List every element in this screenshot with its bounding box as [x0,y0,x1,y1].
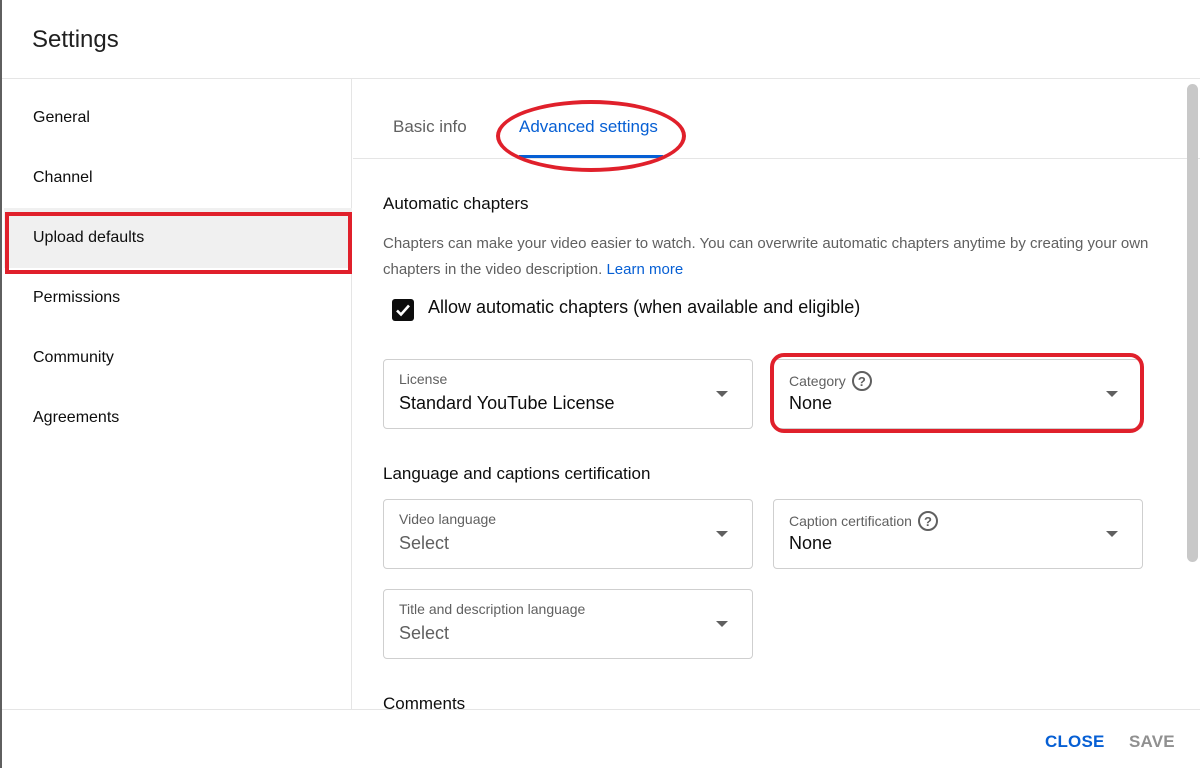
language-section-title: Language and captions certification [383,464,651,483]
dialog-title: Settings [32,26,119,53]
settings-dialog: Settings General Channel Upload defaults… [0,0,1200,768]
dropdown-arrow-icon [1106,531,1118,537]
settings-sidebar: General Channel Upload defaults Permissi… [2,79,352,709]
sidebar-item-permissions[interactable]: Permissions [4,268,352,328]
sidebar-item-label: Community [33,349,114,366]
description-text: Chapters can make your video easier to w… [383,235,1149,278]
video-language-dropdown[interactable]: Video language Select [383,499,753,569]
save-button[interactable]: SAVE [1129,732,1175,752]
field-value: Standard YouTube License [399,393,615,413]
caption-certification-dropdown[interactable]: Caption certification? None [773,499,1143,569]
dialog-footer: CLOSE SAVE [2,709,1200,768]
sidebar-item-channel[interactable]: Channel [4,148,352,208]
dialog-header: Settings [2,0,1200,79]
scrollbar[interactable] [1187,84,1198,562]
tab-basic-info[interactable]: Basic info [393,117,467,137]
field-label: Caption certification [789,513,912,529]
help-icon[interactable]: ? [917,511,938,531]
tab-bar: Basic info Advanced settings [353,79,1200,172]
dropdown-arrow-icon [716,531,728,537]
checkmark-icon [396,304,410,317]
field-value: Select [399,533,450,553]
field-value: None [789,533,833,553]
close-button[interactable]: CLOSE [1045,732,1105,752]
auto-chapters-title: Automatic chapters [383,194,529,213]
allow-auto-chapters-checkbox[interactable] [392,299,414,321]
annotation-ellipse [496,100,686,172]
dropdown-arrow-icon [716,391,728,397]
field-label: Video language [399,511,497,527]
field-value: Select [399,623,450,643]
annotation-rounded-rect [770,353,1144,433]
license-dropdown[interactable]: License Standard YouTube License [383,359,753,429]
dropdown-arrow-icon [716,621,728,627]
sidebar-item-general[interactable]: General [4,88,352,148]
auto-chapters-description: Chapters can make your video easier to w… [383,231,1163,283]
checkbox-label: Allow automatic chapters (when available… [428,297,861,317]
annotation-rectangle [5,212,352,274]
title-description-language-dropdown[interactable]: Title and description language Select [383,589,753,659]
sidebar-item-community[interactable]: Community [4,328,352,388]
field-label: Title and description language [399,601,586,617]
sidebar-item-label: General [33,109,90,126]
sidebar-item-label: Permissions [33,289,121,306]
sidebar-item-agreements[interactable]: Agreements [4,388,352,448]
field-label: License [399,371,448,387]
sidebar-item-label: Channel [33,169,93,186]
sidebar-item-label: Agreements [33,409,120,426]
comments-section-title: Comments [383,694,466,709]
learn-more-link[interactable]: Learn more [606,261,683,278]
settings-content: Basic info Advanced settings Automatic c… [353,79,1200,709]
